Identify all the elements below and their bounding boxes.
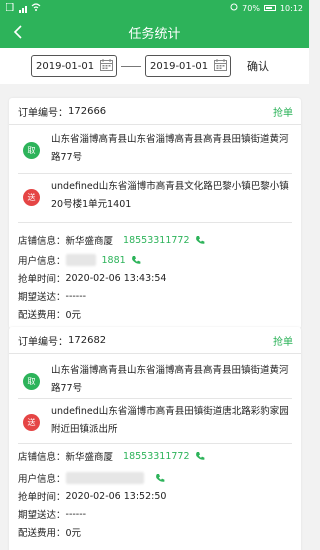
store-name: 新华盛商厦	[65, 452, 114, 463]
header: 任务统计	[0, 16, 309, 48]
order-number: 172666	[68, 105, 107, 117]
phone-icon[interactable]	[195, 451, 205, 461]
store-info-row: 店铺信息： 新华盛商厦 18553311772	[18, 231, 301, 249]
order-card: 订单编号： 172666 抢单 取 山东省淄博高青县山东省淄博高青县高青县田镇街…	[9, 98, 301, 329]
expected-value: ------	[65, 290, 87, 302]
fee-value: 0元	[65, 310, 82, 321]
sim-icon	[5, 2, 16, 13]
calendar-icon[interactable]	[214, 58, 227, 74]
order-number: 172682	[68, 334, 107, 346]
pickup-address-row: 取 山东省淄博高青县山东省淄博高青县高青县田镇街道黄河路77号	[9, 125, 301, 173]
user-info-label: 用户信息：	[18, 474, 66, 485]
expected-time-row: 期望送达： ------	[18, 505, 301, 523]
store-phone[interactable]: 18553311772	[123, 451, 190, 462]
order-number-label: 订单编号：	[18, 336, 68, 348]
page-title: 任务统计	[128, 26, 181, 42]
user-phone[interactable]: 1881	[102, 255, 126, 266]
delivery-address: undefined山东省淄博市高青县文化路巴黎小镇巴黎小镇20号楼1单元1401	[51, 181, 289, 210]
pickup-address-row: 取 山东省淄博高青县山东省淄博高青县高青县田镇街道黄河路77号	[9, 354, 301, 398]
delivery-address-row: 送 undefined山东省淄博市高青县田镇街道唐北路彩豹家园附近田镇派出所	[9, 399, 301, 443]
grab-time-label: 抢单时间：	[18, 274, 66, 285]
end-date-field[interactable]: 2019-01-01	[145, 55, 231, 77]
fee-label: 配送费用：	[18, 528, 66, 539]
start-date-value: 2019-01-01	[36, 60, 95, 72]
grab-time-label: 抢单时间：	[18, 492, 66, 503]
order-header: 订单编号： 172666 抢单	[9, 98, 301, 125]
status-time: 10:12	[279, 3, 303, 13]
calendar-icon[interactable]	[100, 58, 113, 74]
status-bar: 70% 10:12	[0, 0, 309, 16]
battery-icon	[263, 5, 276, 11]
store-name: 新华盛商厦	[65, 236, 114, 247]
phone-icon[interactable]	[195, 235, 205, 245]
user-name-redacted	[65, 254, 96, 266]
status-icons	[5, 2, 41, 13]
phone-icon[interactable]	[155, 473, 165, 483]
grab-time-row: 抢单时间： 2020-02-06 13:43:54	[18, 269, 301, 287]
alarm-icon	[230, 3, 238, 13]
expected-value: ------	[65, 508, 87, 520]
grab-time: 2020-02-06 13:52:50	[65, 490, 167, 502]
date-range-separator	[121, 65, 141, 67]
delivery-badge: 送	[23, 414, 40, 431]
expected-label: 期望送达：	[18, 292, 66, 303]
store-info-label: 店铺信息：	[18, 236, 66, 247]
fee-label: 配送费用：	[18, 310, 66, 321]
delivery-fee-row: 配送费用： 0元	[18, 523, 301, 541]
phone-icon[interactable]	[131, 255, 141, 265]
order-info: 店铺信息： 新华盛商厦 18553311772 用户信息： 1881 抢单时间：…	[9, 223, 301, 329]
pickup-badge: 取	[23, 373, 40, 390]
store-info-label: 店铺信息：	[18, 452, 66, 463]
pickup-address: 山东省淄博高青县山东省淄博高青县高青县田镇街道黄河路77号	[51, 134, 289, 163]
expected-time-row: 期望送达： ------	[18, 287, 301, 305]
grab-time-row: 抢单时间： 2020-02-06 13:52:50	[18, 487, 301, 505]
signal-icon	[19, 4, 28, 13]
user-info-row: 用户信息： 1881	[18, 251, 301, 269]
order-header: 订单编号： 172682 抢单	[9, 327, 301, 354]
fee-value: 0元	[65, 528, 82, 539]
end-date-value: 2019-01-01	[150, 60, 209, 72]
date-filter: 2019-01-01 2019-01-01 确认	[0, 48, 309, 84]
order-card: 订单编号： 172682 抢单 取 山东省淄博高青县山东省淄博高青县高青县田镇街…	[9, 327, 301, 550]
user-info-label: 用户信息：	[18, 256, 66, 267]
wifi-icon	[31, 3, 41, 13]
battery-percent: 70%	[242, 3, 260, 13]
delivery-address: undefined山东省淄博市高青县田镇街道唐北路彩豹家园附近田镇派出所	[51, 406, 289, 435]
back-arrow-icon[interactable]	[6, 20, 30, 44]
order-number-label: 订单编号：	[18, 107, 68, 119]
order-info: 店铺信息： 新华盛商厦 18553311772 用户信息： 抢单时间： 2020…	[9, 444, 301, 541]
delivery-address-row: 送 undefined山东省淄博市高青县文化路巴黎小镇巴黎小镇20号楼1单元14…	[9, 174, 301, 222]
confirm-button[interactable]: 确认	[247, 58, 269, 74]
grab-order-button[interactable]: 抢单	[273, 104, 293, 119]
user-name-redacted	[65, 472, 144, 484]
store-phone[interactable]: 18553311772	[123, 235, 190, 246]
start-date-field[interactable]: 2019-01-01	[31, 55, 117, 77]
pickup-badge: 取	[23, 142, 40, 159]
grab-time: 2020-02-06 13:43:54	[65, 272, 167, 284]
expected-label: 期望送达：	[18, 510, 66, 521]
user-info-row: 用户信息：	[18, 469, 301, 487]
delivery-badge: 送	[23, 189, 40, 206]
grab-order-button[interactable]: 抢单	[273, 333, 293, 348]
pickup-address: 山东省淄博高青县山东省淄博高青县高青县田镇街道黄河路77号	[51, 365, 289, 394]
store-info-row: 店铺信息： 新华盛商厦 18553311772	[18, 447, 301, 465]
delivery-fee-row: 配送费用： 0元	[18, 305, 301, 323]
